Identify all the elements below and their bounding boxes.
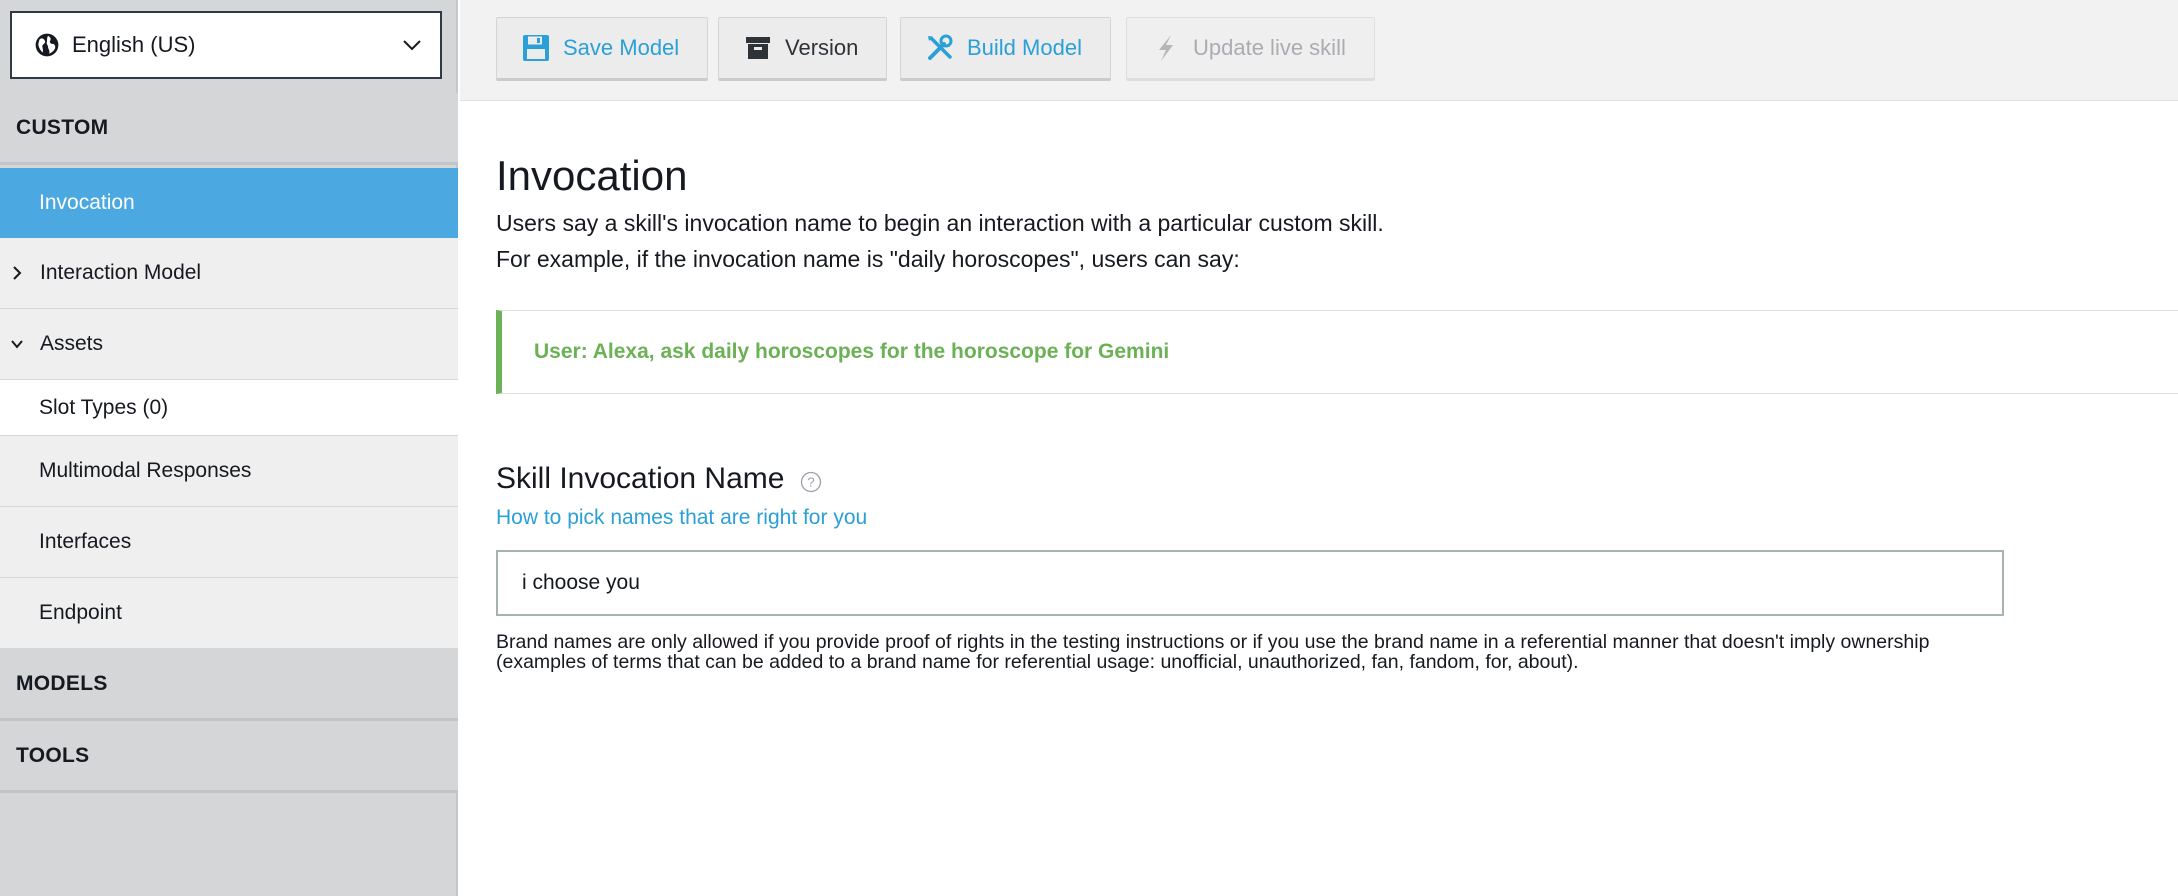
sidebar-item-label: Multimodal Responses <box>39 459 252 482</box>
locale-label: English (US) <box>72 32 196 57</box>
update-live-skill-label: Update live skill <box>1193 35 1346 60</box>
version-label: Version <box>785 35 859 60</box>
version-button[interactable]: Version <box>718 17 888 81</box>
section-models[interactable]: MODELS <box>0 649 458 721</box>
chevron-down-icon <box>403 40 421 51</box>
question-mark-icon[interactable]: ? <box>800 471 822 493</box>
chevron-right-icon <box>13 266 22 280</box>
example-utterance: User: Alexa, ask daily horoscopes for th… <box>534 340 1170 363</box>
wrench-screwdriver-icon <box>928 34 953 60</box>
sidebar-item-label: Assets <box>40 332 104 355</box>
sidebar-item-interaction-model[interactable]: Interaction Model <box>0 238 458 309</box>
example-callout: User: Alexa, ask daily horoscopes for th… <box>496 310 2178 394</box>
svg-text:?: ? <box>808 475 815 490</box>
main-content: Invocation Users say a skill's invocatio… <box>460 102 2178 896</box>
section-tools[interactable]: TOOLS <box>0 721 458 793</box>
save-model-label: Save Model <box>563 35 680 60</box>
naming-help-link[interactable]: How to pick names that are right for you <box>496 506 867 530</box>
build-model-label: Build Model <box>967 35 1082 60</box>
page-title: Invocation <box>496 152 688 199</box>
sidebar-item-multimodal-responses[interactable]: Multimodal Responses <box>0 436 458 507</box>
skill-invocation-name-heading: Skill Invocation Name ? <box>496 462 822 496</box>
field-label-text: Skill Invocation Name <box>496 462 785 495</box>
locale-selector[interactable]: English (US) <box>10 11 442 79</box>
build-model-button[interactable]: Build Model <box>900 17 1111 81</box>
invocation-name-input[interactable] <box>496 550 2004 616</box>
lightning-icon <box>1159 35 1173 61</box>
sidebar-item-label: Invocation <box>39 191 135 214</box>
sidebar-item-endpoint[interactable]: Endpoint <box>0 578 458 649</box>
sidebar-item-slot-types[interactable]: Slot Types (0) <box>0 380 458 436</box>
sidebar-item-assets[interactable]: Assets <box>0 309 458 380</box>
brand-names-note: Brand names are only allowed if you prov… <box>496 631 1930 673</box>
sidebar-item-label: Endpoint <box>39 601 122 624</box>
section-custom: CUSTOM <box>0 93 458 165</box>
toolbar: Save Model Version Build Model Update li… <box>460 0 2178 101</box>
description-line-1: Users say a skill's invocation name to b… <box>496 210 1384 236</box>
archive-box-icon <box>746 37 770 59</box>
update-live-skill-button[interactable]: Update live skill <box>1126 17 1375 81</box>
sidebar: English (US) CUSTOM Invocation Interacti… <box>0 0 458 896</box>
description-line-2: For example, if the invocation name is "… <box>496 246 1240 272</box>
sidebar-item-interfaces[interactable]: Interfaces <box>0 507 458 578</box>
sidebar-item-label: Interfaces <box>39 530 132 553</box>
sidebar-item-label: Slot Types (0) <box>39 395 169 419</box>
sidebar-item-label: Interaction Model <box>40 261 202 284</box>
chevron-down-icon <box>11 340 23 349</box>
floppy-disk-icon <box>523 35 549 61</box>
globe-icon <box>35 33 59 57</box>
sidebar-item-invocation[interactable]: Invocation <box>0 168 458 238</box>
save-model-button[interactable]: Save Model <box>496 17 709 81</box>
